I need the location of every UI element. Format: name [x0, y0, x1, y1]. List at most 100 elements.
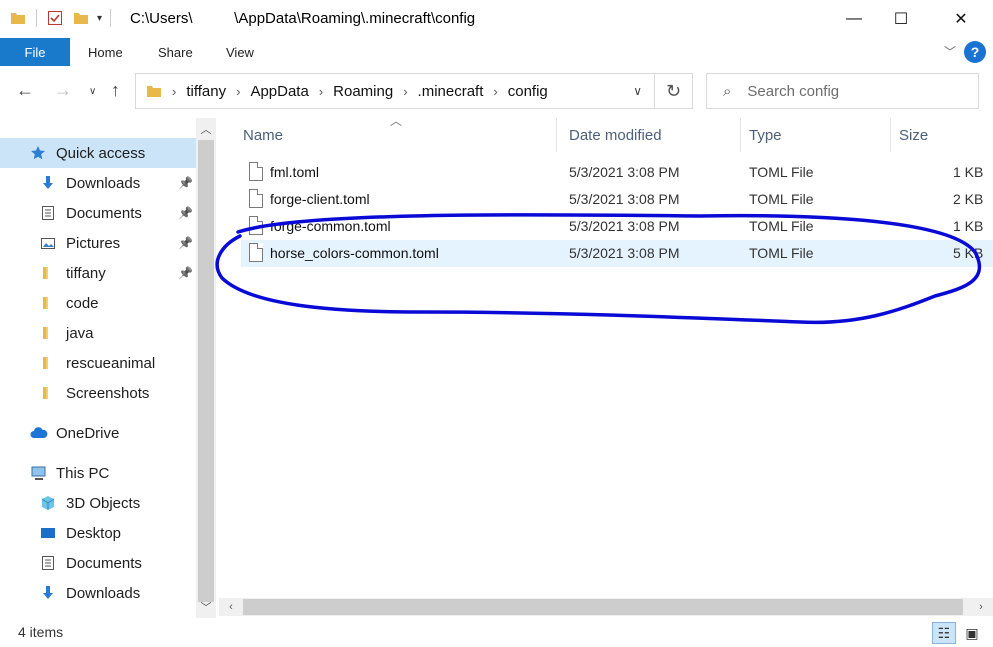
- tab-file[interactable]: File: [0, 38, 70, 66]
- nav-item-downloads[interactable]: Downloads: [0, 578, 196, 608]
- file-row[interactable]: forge-common.toml 5/3/2021 3:08 PM TOML Fi…: [241, 213, 993, 240]
- nav-item-3d-objects[interactable]: 3D Objects: [0, 488, 196, 518]
- breadcrumb-separator-icon[interactable]: ›: [236, 84, 240, 99]
- back-arrow-icon[interactable]: ←: [16, 80, 34, 101]
- breadcrumb-roaming[interactable]: Roaming: [333, 83, 393, 100]
- scroll-left-icon[interactable]: ‹: [221, 598, 241, 616]
- nav-item-rescueanimal[interactable]: rescueanimal: [0, 348, 196, 378]
- folder-icon: [40, 325, 58, 341]
- folder-icon: [147, 86, 161, 97]
- properties-icon[interactable]: [47, 10, 63, 26]
- customize-dropdown-icon[interactable]: ▾: [97, 13, 102, 24]
- file-icon: [249, 189, 263, 208]
- column-header-name[interactable]: Name: [243, 118, 283, 152]
- folder-icon: [40, 385, 58, 401]
- pin-icon: 📌: [178, 266, 193, 280]
- status-bar: 4 items ☷ ▣: [0, 618, 993, 647]
- scroll-down-icon[interactable]: ﹀: [196, 598, 216, 616]
- download-icon: [40, 585, 58, 601]
- refresh-icon[interactable]: ↻: [655, 73, 693, 109]
- nav-item-label: java: [66, 324, 94, 342]
- horizontal-scrollbar[interactable]: ‹ ›: [219, 598, 993, 616]
- up-arrow-icon[interactable]: ↑: [111, 80, 120, 101]
- file-row[interactable]: fml.toml 5/3/2021 3:08 PM TOML File 1 KB: [241, 159, 993, 186]
- item-count: 4 items: [18, 624, 64, 640]
- file-size: 1 KB: [953, 218, 984, 234]
- recent-locations-chevron-icon[interactable]: ∨: [89, 86, 96, 97]
- address-bar[interactable]: › tiffany › AppData › Roaming › .minecra…: [135, 73, 655, 109]
- file-name: horse_colors-common.toml: [270, 245, 439, 261]
- forward-arrow-icon[interactable]: →: [54, 80, 72, 101]
- breadcrumb-tiffany[interactable]: tiffany: [186, 83, 226, 100]
- file-row[interactable]: horse_colors-common.toml 5/3/2021 3:08 PM…: [241, 240, 993, 267]
- file-size: 5 KB: [953, 245, 984, 261]
- file-date-modified: 5/3/2021 3:08 PM: [569, 218, 680, 234]
- tab-share[interactable]: Share: [158, 38, 193, 66]
- large-icons-view-icon[interactable]: ▣: [960, 622, 984, 644]
- column-header-size[interactable]: Size: [899, 118, 928, 152]
- breadcrumb-appdata[interactable]: AppData: [250, 83, 308, 100]
- download-icon: [40, 175, 58, 191]
- quick-access-toolbar: ▾: [10, 9, 112, 27]
- expand-ribbon-icon[interactable]: ﹀: [944, 43, 956, 60]
- breadcrumb-config[interactable]: config: [508, 83, 548, 100]
- details-view-icon[interactable]: ☷: [932, 622, 956, 644]
- nav-item-desktop[interactable]: Desktop: [0, 518, 196, 548]
- document-icon: [40, 555, 58, 571]
- nav-item-label: tiffany: [66, 264, 106, 282]
- breadcrumb-separator-icon[interactable]: ›: [493, 84, 497, 99]
- horizontal-scroll-thumb[interactable]: [243, 599, 963, 615]
- file-date-modified: 5/3/2021 3:08 PM: [569, 191, 680, 207]
- nav-item-pictures[interactable]: Pictures 📌: [0, 228, 196, 258]
- breadcrumb-minecraft[interactable]: .minecraft: [418, 83, 484, 100]
- search-icon: ⌕: [723, 82, 732, 100]
- column-header-date-modified[interactable]: Date modified: [569, 118, 662, 152]
- file-row[interactable]: forge-client.toml 5/3/2021 3:08 PM TOML Fi…: [241, 186, 993, 213]
- nav-item-label: This PC: [56, 464, 110, 482]
- scroll-up-icon[interactable]: ︿: [196, 120, 216, 138]
- column-divider[interactable]: [890, 118, 891, 152]
- help-button[interactable]: ?: [964, 41, 986, 63]
- scroll-right-icon[interactable]: ›: [971, 598, 991, 616]
- column-divider[interactable]: [740, 118, 741, 152]
- nav-item-documents[interactable]: Documents 📌: [0, 198, 196, 228]
- pictures-icon: [40, 235, 58, 251]
- nav-item-label: Documents: [66, 204, 142, 222]
- search-box[interactable]: ⌕ Search config: [706, 73, 979, 109]
- folder-icon: [40, 355, 58, 371]
- nav-item-quick-access[interactable]: Quick access: [0, 138, 196, 168]
- nav-pane-scrollbar[interactable]: ︿ ﹀: [196, 118, 216, 618]
- nav-item-label: Screenshots: [66, 384, 150, 402]
- nav-item-downloads[interactable]: Downloads 📌: [0, 168, 196, 198]
- nav-item-screenshots[interactable]: Screenshots: [0, 378, 196, 408]
- file-type: TOML File: [749, 191, 814, 207]
- tab-home[interactable]: Home: [88, 38, 123, 66]
- nav-item-this-pc[interactable]: This PC: [0, 458, 196, 488]
- nav-item-label: 3D Objects: [66, 494, 141, 512]
- column-header-type[interactable]: Type: [749, 118, 782, 152]
- title-bar: ▾ C:\Users\ \AppData\Roaming\.minecraft\…: [0, 0, 993, 38]
- breadcrumb-separator-icon[interactable]: ›: [319, 84, 323, 99]
- search-placeholder[interactable]: Search config: [747, 83, 839, 100]
- desktop-icon: [40, 525, 58, 541]
- nav-item-code[interactable]: code: [0, 288, 196, 318]
- file-name: forge-client.toml: [270, 191, 370, 207]
- nav-item-tiffany[interactable]: tiffany 📌: [0, 258, 196, 288]
- maximize-button[interactable]: ☐: [878, 0, 924, 38]
- ribbon-tabs: File Home Share View ﹀ ?: [0, 38, 993, 66]
- breadcrumb-separator-icon[interactable]: ›: [403, 84, 407, 99]
- tab-view[interactable]: View: [226, 38, 254, 66]
- close-button[interactable]: ✕: [938, 0, 984, 38]
- nav-item-onedrive[interactable]: OneDrive: [0, 418, 196, 448]
- nav-pane-scroll-thumb[interactable]: [198, 140, 214, 602]
- nav-item-java[interactable]: java: [0, 318, 196, 348]
- minimize-button[interactable]: —: [831, 0, 877, 38]
- new-folder-icon[interactable]: [73, 10, 89, 26]
- column-divider[interactable]: [556, 118, 557, 152]
- address-dropdown-icon[interactable]: ∨: [633, 84, 642, 98]
- folder-icon[interactable]: [10, 10, 26, 26]
- folder-icon: [40, 295, 58, 311]
- nav-item-documents[interactable]: Documents: [0, 548, 196, 578]
- breadcrumb-separator-icon[interactable]: ›: [172, 84, 176, 99]
- nav-item-label: Pictures: [66, 234, 121, 252]
